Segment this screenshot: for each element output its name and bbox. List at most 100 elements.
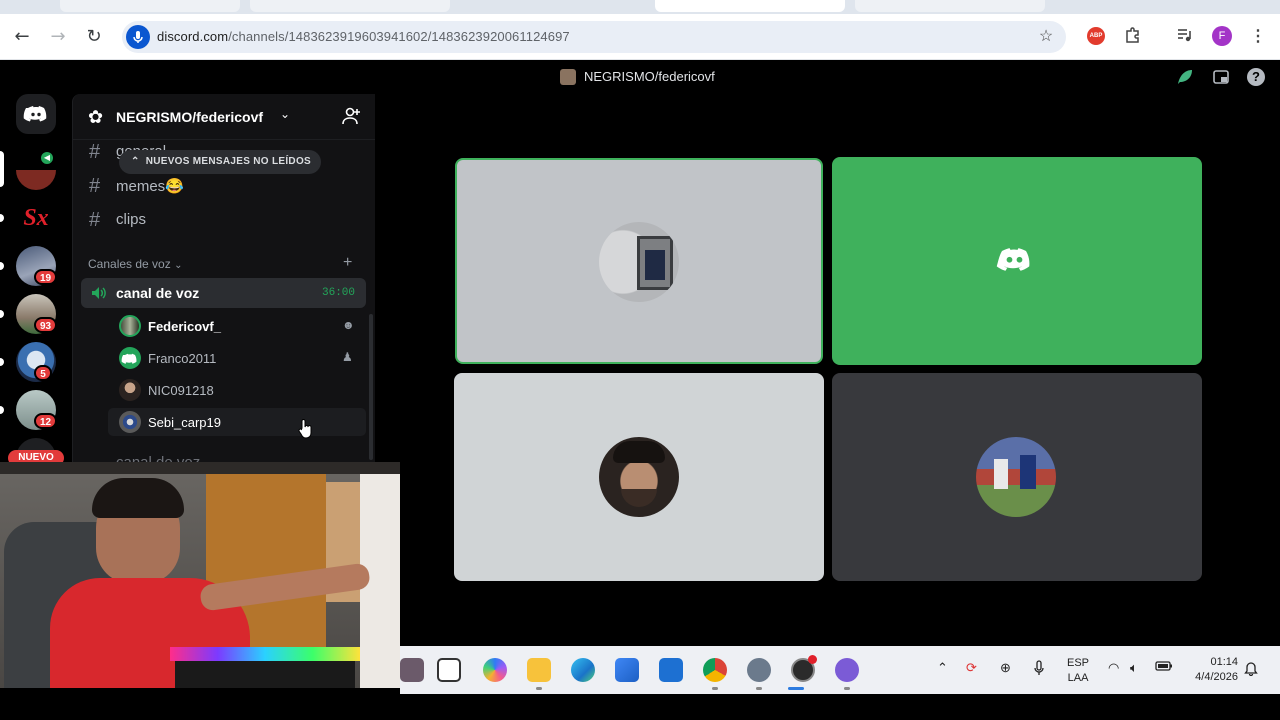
hash-icon: # (89, 209, 101, 231)
running-indicator (536, 687, 542, 690)
media-control-icon[interactable] (1174, 26, 1196, 48)
voice-channel-active[interactable]: canal de voz 36:00 (81, 278, 366, 308)
video-tile-nic091218[interactable] (454, 373, 824, 581)
voice-category-header[interactable]: Canales de voz ⌄ (88, 257, 182, 271)
inbox-icon[interactable] (1212, 68, 1230, 91)
notification-bell-icon[interactable] (1244, 660, 1258, 679)
server-name: NEGRISMO/federicovf (116, 109, 264, 125)
channel-sidebar: ✿ NEGRISMO/federicovf ⌄ # general ⌃NUEVO… (72, 94, 375, 464)
playstation-icon: ♟ (342, 350, 353, 364)
voice-channel-label: canal de voz (116, 285, 200, 301)
unread-pill (0, 310, 4, 318)
sidebar-scrollbar[interactable] (369, 314, 373, 460)
text-channel-memes[interactable]: # memes😂 (89, 172, 359, 200)
discord-logo-icon (992, 236, 1042, 291)
taskview-icon[interactable] (437, 658, 461, 682)
chevron-down-icon: ⌄ (280, 107, 291, 121)
window-title: NEGRISMO/federicovf (584, 69, 715, 84)
unread-pill (0, 358, 4, 366)
browser-tab[interactable] (250, 0, 450, 12)
server-rail: ◀ Sx 19 93 5 12 NUEVO (0, 94, 72, 478)
channel-label: memes😂 (116, 178, 184, 195)
help-icon[interactable]: ? (1247, 68, 1265, 86)
voice-active-icon: ◀ (39, 150, 55, 166)
server-header[interactable]: ✿ NEGRISMO/federicovf ⌄ (73, 94, 375, 140)
discord-home-button[interactable] (16, 94, 56, 134)
wifi-icon[interactable]: ◠ (1108, 660, 1119, 676)
settings-gear-icon[interactable] (747, 658, 771, 682)
keyboard-language[interactable]: ESP LAA (1067, 656, 1089, 686)
chevron-up-icon: ⌃ (131, 156, 140, 167)
volume-icon[interactable]: 🔈︎ (1130, 660, 1138, 676)
server-icon-sx[interactable]: Sx (16, 198, 56, 238)
avatar (119, 411, 141, 433)
leaf-icon[interactable] (1176, 68, 1194, 91)
text-channel-clips[interactable]: # clips (89, 206, 359, 234)
site-info-icon[interactable] (126, 25, 150, 49)
recording-dot (808, 655, 817, 664)
battery-icon[interactable] (1155, 660, 1173, 675)
extensions-puzzle-icon[interactable] (1122, 26, 1144, 48)
mouse-cursor-icon (298, 418, 314, 445)
address-bar[interactable]: discord.com/channels/1483623919603941602… (122, 21, 1066, 53)
sync-icon[interactable]: ⟳ (966, 660, 977, 676)
unread-messages-toast[interactable]: ⌃ NUEVOS MENSAJES NO LEÍDOS (119, 150, 321, 174)
back-arrow-icon[interactable]: ← (12, 27, 32, 47)
browser-menu-icon[interactable]: ⋮ (1247, 26, 1269, 48)
profile-avatar[interactable]: F (1212, 26, 1232, 46)
activity-emoji-icon: ☻ (342, 318, 355, 332)
outlook-icon[interactable] (659, 658, 683, 682)
system-clock[interactable]: 01:14 4/4/2026 (1186, 655, 1238, 685)
edge-icon[interactable] (571, 658, 595, 682)
mention-badge: 12 (34, 413, 58, 429)
avatar (119, 315, 141, 337)
chrome-icon[interactable] (703, 658, 727, 682)
copilot-icon[interactable] (483, 658, 507, 682)
voice-user-name: Sebi_carp19 (148, 415, 221, 430)
server-settings-icon[interactable]: ✿ (88, 107, 103, 128)
avatar (119, 347, 141, 369)
invite-people-icon[interactable] (341, 106, 361, 131)
discord-title-bar: NEGRISMO/federicovf ? (0, 60, 1280, 94)
browser-tab[interactable] (60, 0, 240, 12)
hash-icon: # (89, 141, 101, 163)
voice-user-sebi-carp19[interactable]: Sebi_carp19 (108, 408, 366, 436)
vpn-icon[interactable]: ⊕ (1000, 660, 1011, 676)
active-server-pill (0, 151, 4, 187)
app-icon-partial[interactable] (400, 658, 424, 682)
participant-avatar (599, 437, 679, 517)
mention-badge: 19 (34, 269, 58, 285)
browser-tab-active[interactable] (655, 0, 845, 12)
unread-pill (0, 262, 4, 270)
store-icon[interactable] (615, 658, 639, 682)
participant-avatar (976, 437, 1056, 517)
create-channel-plus-icon[interactable]: + (343, 254, 352, 272)
channel-label: clips (116, 211, 147, 228)
active-indicator (788, 687, 804, 690)
chevron-down-icon: ⌄ (174, 260, 183, 271)
messenger-icon[interactable] (835, 658, 859, 682)
tray-overflow-chevron-icon[interactable]: ⌃ (937, 660, 948, 676)
running-indicator (712, 687, 718, 690)
browser-tab[interactable] (855, 0, 1045, 12)
bookmark-star-icon[interactable]: ☆ (1035, 26, 1057, 48)
voice-user-federicovf[interactable]: Federicovf_ ☻ (108, 312, 366, 340)
mention-badge: 5 (34, 365, 52, 381)
voice-user-name: NIC091218 (148, 383, 214, 398)
microphone-icon[interactable] (1033, 660, 1045, 679)
hash-icon: # (89, 175, 101, 197)
letterbox-bottom (0, 694, 1280, 720)
file-explorer-icon[interactable] (527, 658, 551, 682)
video-tile-sebi-carp19[interactable] (832, 373, 1202, 581)
video-tile-federicovf[interactable] (455, 158, 823, 364)
voice-user-name: Franco2011 (148, 351, 217, 366)
forward-arrow-icon[interactable]: → (48, 27, 68, 47)
voice-user-franco2011[interactable]: Franco2011 ♟ (108, 344, 366, 372)
running-indicator (756, 687, 762, 690)
video-tile-franco2011[interactable] (832, 157, 1202, 365)
unread-pill (0, 406, 4, 414)
reload-icon[interactable]: ↻ (84, 27, 104, 47)
adblock-extension-icon[interactable]: ABP (1087, 27, 1105, 45)
voice-user-nic091218[interactable]: NIC091218 (108, 376, 366, 404)
url-text[interactable]: discord.com/channels/1483623919603941602… (157, 29, 570, 44)
